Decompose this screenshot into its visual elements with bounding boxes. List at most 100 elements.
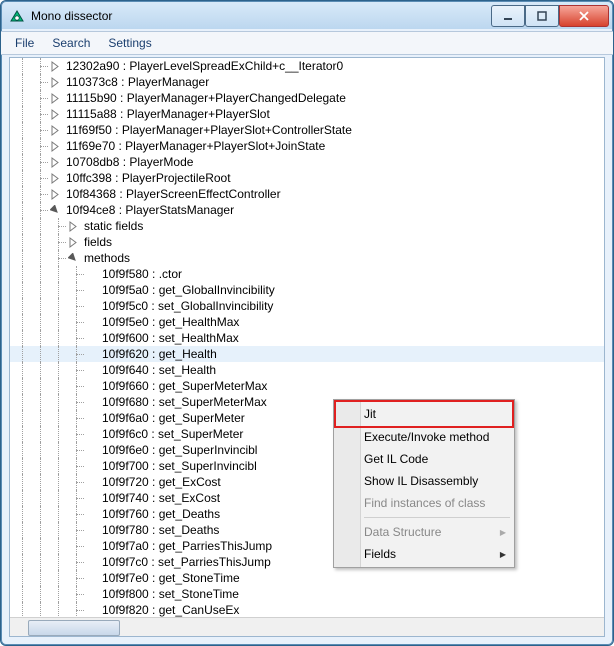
expand-icon[interactable] (50, 189, 61, 200)
expand-icon (86, 573, 97, 584)
client-area: 12302a90 : PlayerLevelSpreadExChild+c__I… (9, 57, 605, 637)
expand-icon (86, 589, 97, 600)
scrollbar-thumb[interactable] (28, 620, 120, 636)
tree-method[interactable]: 10f9f660 : get_SuperMeterMax (10, 378, 604, 394)
menu-search[interactable]: Search (44, 34, 98, 52)
expand-icon (86, 557, 97, 568)
expand-icon (86, 509, 97, 520)
tree-label: static fields (82, 219, 143, 233)
tree-label: 11f69f50 : PlayerManager+PlayerSlot+Cont… (64, 123, 352, 137)
tree-label: 10708db8 : PlayerMode (64, 155, 193, 169)
tree-class-expanded[interactable]: 10f94ce8 : PlayerStatsManager (10, 202, 604, 218)
context-menu-item[interactable]: Get IL Code (336, 448, 512, 470)
expand-icon[interactable] (50, 157, 61, 168)
tree-class[interactable]: 11f69e70 : PlayerManager+PlayerSlot+Join… (10, 138, 604, 154)
expand-icon (86, 461, 97, 472)
tree-label: 10f9f800 : set_StoneTime (100, 587, 239, 601)
tree-class[interactable]: 11f69f50 : PlayerManager+PlayerSlot+Cont… (10, 122, 604, 138)
tree-label: 10f9f7c0 : set_ParriesThisJump (100, 555, 271, 569)
context-menu-item[interactable]: Execute/Invoke method (336, 426, 512, 448)
tree-method[interactable]: 10f9f5a0 : get_GlobalInvincibility (10, 282, 604, 298)
tree-label: 10f84368 : PlayerScreenEffectController (64, 187, 281, 201)
tree-label: fields (82, 235, 112, 249)
expand-icon (86, 525, 97, 536)
menu-file[interactable]: File (7, 34, 42, 52)
expand-icon (86, 605, 97, 616)
close-button[interactable] (559, 5, 609, 27)
minimize-button[interactable] (491, 5, 525, 27)
titlebar[interactable]: Mono dissector (1, 1, 613, 31)
tree-section[interactable]: static fields (10, 218, 604, 234)
tree-section[interactable]: fields (10, 234, 604, 250)
tree-class[interactable]: 12302a90 : PlayerLevelSpreadExChild+c__I… (10, 58, 604, 74)
tree-label: 10f9f7a0 : get_ParriesThisJump (100, 539, 272, 553)
expand-icon[interactable] (50, 141, 61, 152)
context-menu-item[interactable]: Show IL Disassembly (336, 470, 512, 492)
expand-icon (86, 317, 97, 328)
tree-label: 10f9f620 : get_Health (100, 347, 217, 361)
tree-label: 10f9f7e0 : get_StoneTime (100, 571, 240, 585)
context-menu-item: Find instances of class (336, 492, 512, 514)
tree-label: 10f9f580 : .ctor (100, 267, 182, 281)
context-menu-item: Data Structure (336, 521, 512, 543)
tree-method[interactable]: 10f9f5e0 : get_HealthMax (10, 314, 604, 330)
tree-label: 110373c8 : PlayerManager (64, 75, 209, 89)
tree-section[interactable]: methods (10, 250, 604, 266)
expand-icon (86, 269, 97, 280)
app-icon (9, 8, 25, 24)
tree-label: 10f9f640 : set_Health (100, 363, 216, 377)
tree-method[interactable]: 10f9f580 : .ctor (10, 266, 604, 282)
tree-label: 10f9f700 : set_SuperInvincibl (100, 459, 257, 473)
tree-class[interactable]: 110373c8 : PlayerManager (10, 74, 604, 90)
expand-icon[interactable] (50, 109, 61, 120)
horizontal-scrollbar[interactable] (10, 617, 604, 636)
tree-label: 10f9f780 : set_Deaths (100, 523, 219, 537)
tree-method[interactable]: 10f9f5c0 : set_GlobalInvincibility (10, 298, 604, 314)
context-menu-item[interactable]: Jit (334, 400, 514, 428)
tree-method[interactable]: 10f9f640 : set_Health (10, 362, 604, 378)
expand-icon[interactable] (68, 237, 79, 248)
tree-label: 10f9f6a0 : get_SuperMeter (100, 411, 245, 425)
menu-settings[interactable]: Settings (100, 34, 159, 52)
tree-label: 10f9f820 : get_CanUseEx (100, 603, 239, 617)
expand-icon[interactable] (50, 173, 61, 184)
menubar: File Search Settings (1, 31, 613, 55)
window-buttons (491, 5, 609, 27)
expand-icon (86, 493, 97, 504)
tree-label: 10f94ce8 : PlayerStatsManager (64, 203, 234, 217)
expand-icon[interactable] (50, 93, 61, 104)
tree-class[interactable]: 10f84368 : PlayerScreenEffectController (10, 186, 604, 202)
tree-label: 10f9f760 : get_Deaths (100, 507, 220, 521)
tree-label: 10f9f5c0 : set_GlobalInvincibility (100, 299, 273, 313)
tree-label: 11115a88 : PlayerManager+PlayerSlot (64, 107, 270, 121)
expand-icon (86, 365, 97, 376)
expand-icon[interactable] (68, 221, 79, 232)
expand-icon[interactable] (50, 125, 61, 136)
tree-class[interactable]: 10ffc398 : PlayerProjectileRoot (10, 170, 604, 186)
window-title: Mono dissector (31, 9, 485, 23)
expand-icon (86, 413, 97, 424)
expand-icon (86, 333, 97, 344)
expand-icon (86, 349, 97, 360)
tree-label: 10f9f740 : set_ExCost (100, 491, 220, 505)
expand-icon (86, 397, 97, 408)
expand-icon (86, 541, 97, 552)
tree-class[interactable]: 11115b90 : PlayerManager+PlayerChangedDe… (10, 90, 604, 106)
expand-icon[interactable] (50, 61, 61, 72)
context-menu-item[interactable]: Fields (336, 543, 512, 565)
tree-class[interactable]: 10708db8 : PlayerMode (10, 154, 604, 170)
tree-label: 10f9f720 : get_ExCost (100, 475, 221, 489)
expand-icon[interactable] (50, 77, 61, 88)
application-window: Mono dissector File Search Settings 1230… (0, 0, 614, 646)
tree-method[interactable]: 10f9f800 : set_StoneTime (10, 586, 604, 602)
maximize-button[interactable] (525, 5, 559, 27)
tree-class[interactable]: 11115a88 : PlayerManager+PlayerSlot (10, 106, 604, 122)
tree-method[interactable]: 10f9f600 : set_HealthMax (10, 330, 604, 346)
expand-icon[interactable] (68, 253, 79, 264)
tree-method[interactable]: 10f9f620 : get_Health (10, 346, 604, 362)
tree-label: 12302a90 : PlayerLevelSpreadExChild+c__I… (64, 59, 343, 73)
tree-method[interactable]: 10f9f820 : get_CanUseEx (10, 602, 604, 618)
tree-method[interactable]: 10f9f7e0 : get_StoneTime (10, 570, 604, 586)
context-menu: JitExecute/Invoke methodGet IL CodeShow … (333, 399, 515, 568)
expand-icon[interactable] (50, 205, 61, 216)
